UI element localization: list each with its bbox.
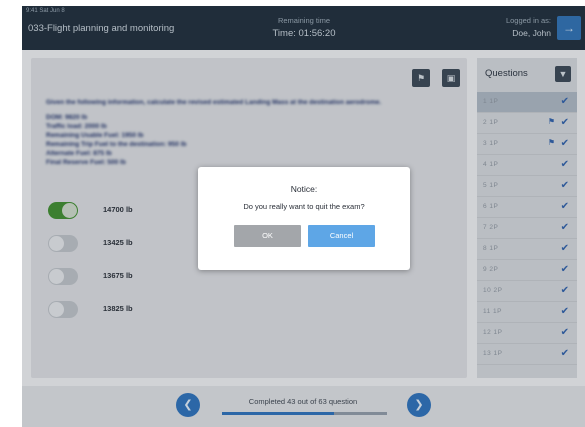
dialog-title: Notice: — [290, 184, 318, 194]
dialog-message: Do you really want to quit the exam? — [243, 202, 365, 211]
app-frame: 9:41 Sat Jun 8 033-Flight planning and m… — [22, 6, 585, 427]
ok-button[interactable]: OK — [234, 225, 301, 247]
quit-confirm-dialog: Notice: Do you really want to quit the e… — [198, 167, 410, 270]
cancel-button[interactable]: Cancel — [308, 225, 375, 247]
